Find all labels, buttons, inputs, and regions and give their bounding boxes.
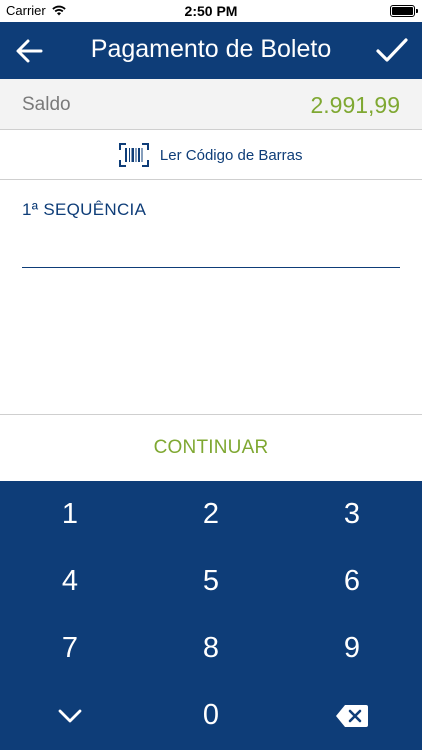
balance-label: Saldo — [22, 94, 71, 115]
checkmark-icon[interactable] — [376, 36, 408, 66]
key-4[interactable]: 4 — [0, 548, 140, 615]
status-time: 2:50 PM — [184, 3, 238, 19]
key-9[interactable]: 9 — [282, 615, 422, 682]
key-0[interactable]: 0 — [141, 682, 281, 749]
continue-label: CONTINUAR — [153, 437, 269, 458]
status-bar: Carrier 2:50 PM — [0, 0, 422, 22]
scan-barcode-button[interactable]: Ler Código de Barras — [0, 130, 422, 180]
sequence-label: 1ª SEQUÊNCIA — [22, 200, 147, 219]
battery-tip — [416, 9, 418, 13]
key-2[interactable]: 2 — [141, 481, 281, 548]
key-1[interactable]: 1 — [0, 481, 140, 548]
backspace-icon — [336, 704, 368, 727]
chevron-down-icon — [58, 709, 82, 722]
backspace-button[interactable] — [282, 682, 422, 749]
key-3[interactable]: 3 — [282, 481, 422, 548]
page-title: Pagamento de Boleto — [90, 35, 332, 63]
key-7[interactable]: 7 — [0, 615, 140, 682]
payment-screen: Carrier 2:50 PM Pagamento de Boleto Sald… — [0, 0, 422, 750]
balance-value: 2.991,99 — [310, 92, 400, 118]
scan-barcode-label: Ler Código de Barras — [159, 146, 303, 164]
hide-keyboard-button[interactable] — [0, 682, 140, 749]
key-6[interactable]: 6 — [282, 548, 422, 615]
balance-row: Saldo 2.991,99 — [0, 79, 422, 130]
sequence-input[interactable] — [22, 228, 400, 268]
barcode-scan-icon — [119, 143, 150, 167]
battery-icon — [390, 5, 415, 17]
sequence-field: 1ª SEQUÊNCIA — [22, 200, 400, 268]
key-8[interactable]: 8 — [141, 615, 281, 682]
numeric-keypad: 1 2 3 4 5 6 7 8 9 0 — [0, 481, 422, 750]
key-5[interactable]: 5 — [141, 548, 281, 615]
nav-bar: Pagamento de Boleto — [0, 22, 422, 79]
continue-button[interactable]: CONTINUAR — [0, 414, 422, 481]
